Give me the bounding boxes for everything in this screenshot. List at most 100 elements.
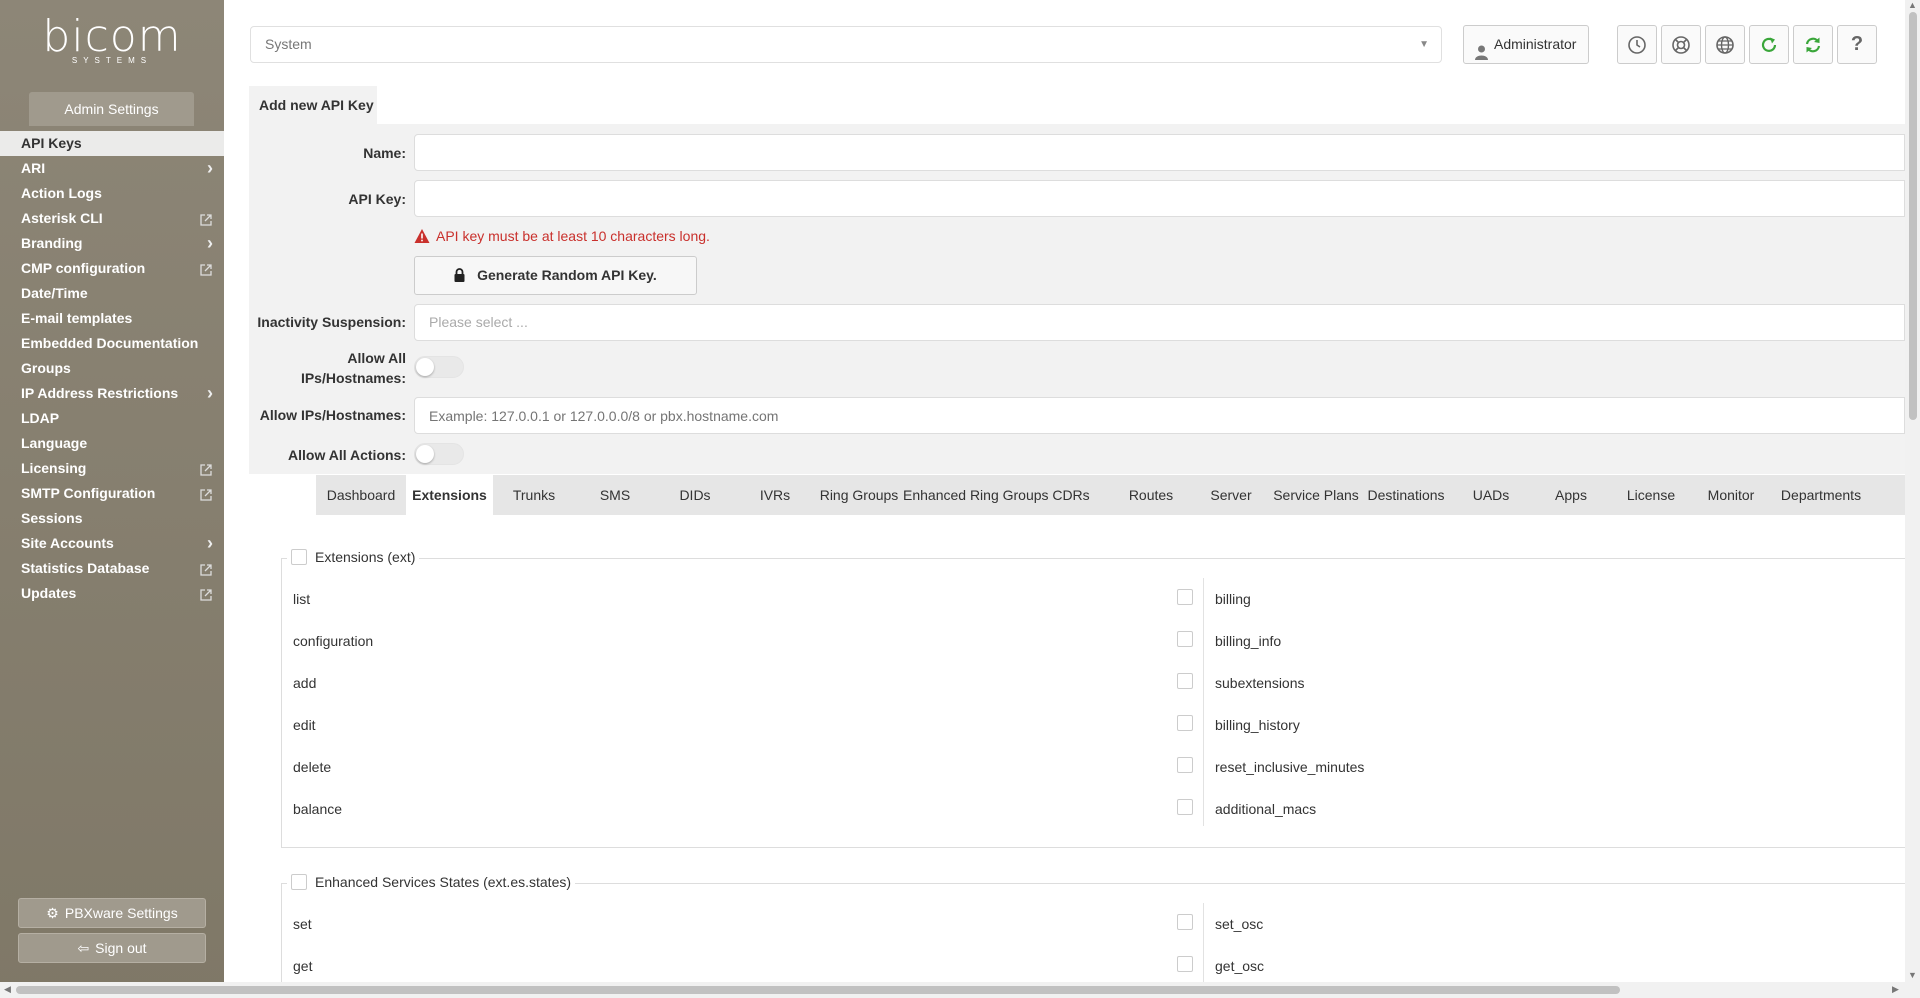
tab-dids[interactable]: DIDs <box>655 475 735 515</box>
permission-checkbox[interactable] <box>1177 715 1193 731</box>
permission-action[interactable]: additional_macs <box>1215 801 1316 817</box>
scroll-left-icon[interactable]: ◀ <box>4 984 11 995</box>
sign-out-button[interactable]: ⇦ Sign out <box>18 933 206 963</box>
tab-service-plans[interactable]: Service Plans <box>1271 475 1361 515</box>
tab-license[interactable]: License <box>1611 475 1691 515</box>
sidebar-item-e-mail-templates[interactable]: E-mail templates <box>0 306 224 331</box>
sidebar-item-embedded-documentation[interactable]: Embedded Documentation <box>0 331 224 356</box>
sidebar-item-action-logs[interactable]: Action Logs <box>0 181 224 206</box>
sidebar-item-smtp-configuration[interactable]: SMTP Configuration <box>0 481 224 506</box>
tab-ivrs[interactable]: IVRs <box>735 475 815 515</box>
sidebar-item-sessions[interactable]: Sessions <box>0 506 224 531</box>
permission-action[interactable]: reset_inclusive_minutes <box>1215 759 1364 775</box>
bicom-logo[interactable]: bicom SYSTEMS <box>0 15 224 66</box>
permission-action[interactable]: set_osc <box>1215 916 1263 932</box>
permission-action[interactable]: balance <box>293 801 342 817</box>
generate-api-key-button[interactable]: Generate Random API Key. <box>414 256 697 295</box>
permission-action[interactable]: subextensions <box>1215 675 1305 691</box>
lock-icon <box>454 267 477 283</box>
scroll-right-icon[interactable]: ▶ <box>1892 984 1899 995</box>
sidebar-item-ari[interactable]: ARI › <box>0 156 224 181</box>
permission-checkbox[interactable] <box>1177 799 1193 815</box>
permission-action[interactable]: delete <box>293 759 331 775</box>
sidebar-item-language[interactable]: Language <box>0 431 224 456</box>
pbxware-settings-button[interactable]: ⚙ PBXware Settings <box>18 898 206 928</box>
permission-action[interactable]: list <box>293 591 310 607</box>
permission-action[interactable]: edit <box>293 717 316 733</box>
tab-dashboard[interactable]: Dashboard <box>316 475 406 515</box>
vertical-scroll-thumb[interactable] <box>1909 12 1917 420</box>
tab-departments[interactable]: Departments <box>1771 475 1871 515</box>
tab-destinations[interactable]: Destinations <box>1361 475 1451 515</box>
name-label: Name: <box>363 145 406 161</box>
allow-ips-input[interactable] <box>414 397 1905 434</box>
generate-api-key-label: Generate Random API Key. <box>477 267 657 283</box>
horizontal-scroll-thumb[interactable] <box>16 986 1620 994</box>
permission-action[interactable]: set <box>293 916 312 932</box>
admin-settings-header: Admin Settings <box>29 92 194 126</box>
refresh-button[interactable] <box>1749 25 1789 64</box>
tab-monitor[interactable]: Monitor <box>1691 475 1771 515</box>
system-select[interactable]: System ▼ <box>250 26 1442 63</box>
sidebar-item-updates[interactable]: Updates <box>0 581 224 606</box>
vertical-scrollbar[interactable]: ▲ ▼ <box>1905 0 1920 982</box>
scroll-up-icon[interactable]: ▲ <box>1908 0 1917 10</box>
permission-checkbox[interactable] <box>1177 589 1193 605</box>
sidebar-item-groups[interactable]: Groups <box>0 356 224 381</box>
permission-action[interactable]: get_osc <box>1215 958 1264 974</box>
tab-trunks[interactable]: Trunks <box>493 475 575 515</box>
group-select-all-checkbox[interactable] <box>291 874 307 890</box>
sidebar-item-ldap[interactable]: LDAP <box>0 406 224 431</box>
sidebar-item-label: Statistics Database <box>21 560 150 576</box>
permission-action[interactable]: billing_info <box>1215 633 1281 649</box>
permission-action[interactable]: add <box>293 675 316 691</box>
sidebar-item-licensing[interactable]: Licensing <box>0 456 224 481</box>
permission-action[interactable]: billing_history <box>1215 717 1300 733</box>
inactivity-suspension-select[interactable]: Please select ... <box>414 304 1905 341</box>
tab-routes[interactable]: Routes <box>1111 475 1191 515</box>
sidebar-item-statistics-database[interactable]: Statistics Database <box>0 556 224 581</box>
group-select-all-checkbox[interactable] <box>291 549 307 565</box>
permission-checkbox[interactable] <box>1177 914 1193 930</box>
scroll-down-icon[interactable]: ▼ <box>1908 970 1917 980</box>
permission-checkbox[interactable] <box>1177 956 1193 972</box>
tab-apps[interactable]: Apps <box>1531 475 1611 515</box>
permission-group <box>281 883 1905 998</box>
horizontal-scrollbar[interactable]: ◀ ▶ <box>0 982 1920 998</box>
allow-all-actions-toggle[interactable] <box>414 443 464 465</box>
tab-extensions[interactable]: Extensions <box>406 475 493 515</box>
sidebar-item-date-time[interactable]: Date/Time <box>0 281 224 306</box>
name-input[interactable] <box>414 134 1905 171</box>
permission-checkbox[interactable] <box>1177 757 1193 773</box>
support-button[interactable] <box>1661 25 1701 64</box>
sync-button[interactable] <box>1793 25 1833 64</box>
tab-uads[interactable]: UADs <box>1451 475 1531 515</box>
add-api-key-tab[interactable]: Add new API Key <box>249 86 377 124</box>
tab-enhanced-ring-groups[interactable]: Enhanced Ring Groups <box>903 475 1049 515</box>
tab-server[interactable]: Server <box>1191 475 1271 515</box>
permission-checkbox[interactable] <box>1177 631 1193 647</box>
tab-sms[interactable]: SMS <box>575 475 655 515</box>
clock-button[interactable] <box>1617 25 1657 64</box>
permission-action[interactable]: configuration <box>293 633 373 649</box>
sidebar-item-ip-address-restrictions[interactable]: IP Address Restrictions › <box>0 381 224 406</box>
allow-all-ips-toggle[interactable] <box>414 356 464 378</box>
pbxware-settings-label: PBXware Settings <box>64 905 178 921</box>
help-button[interactable]: ? <box>1837 25 1877 64</box>
tab-cdrs[interactable]: CDRs <box>1031 475 1111 515</box>
sidebar-item-cmp-configuration[interactable]: CMP configuration <box>0 256 224 281</box>
permission-action[interactable]: billing <box>1215 591 1251 607</box>
permission-action[interactable]: get <box>293 958 312 974</box>
permission-checkbox[interactable] <box>1177 673 1193 689</box>
language-button[interactable] <box>1705 25 1745 64</box>
tab-ring-groups[interactable]: Ring Groups <box>815 475 903 515</box>
allow-ips-label: Allow IPs/Hostnames: <box>259 407 406 423</box>
sidebar-item-api-keys[interactable]: API Keys <box>0 131 224 156</box>
sidebar-item-asterisk-cli[interactable]: Asterisk CLI <box>0 206 224 231</box>
sidebar-item-branding[interactable]: Branding › <box>0 231 224 256</box>
administrator-button[interactable]: Administrator <box>1463 25 1589 64</box>
sidebar-item-label: Updates <box>21 585 77 601</box>
api-key-error: API key must be at least 10 characters l… <box>414 228 710 244</box>
sidebar-item-site-accounts[interactable]: Site Accounts › <box>0 531 224 556</box>
api-key-input[interactable] <box>414 180 1905 217</box>
